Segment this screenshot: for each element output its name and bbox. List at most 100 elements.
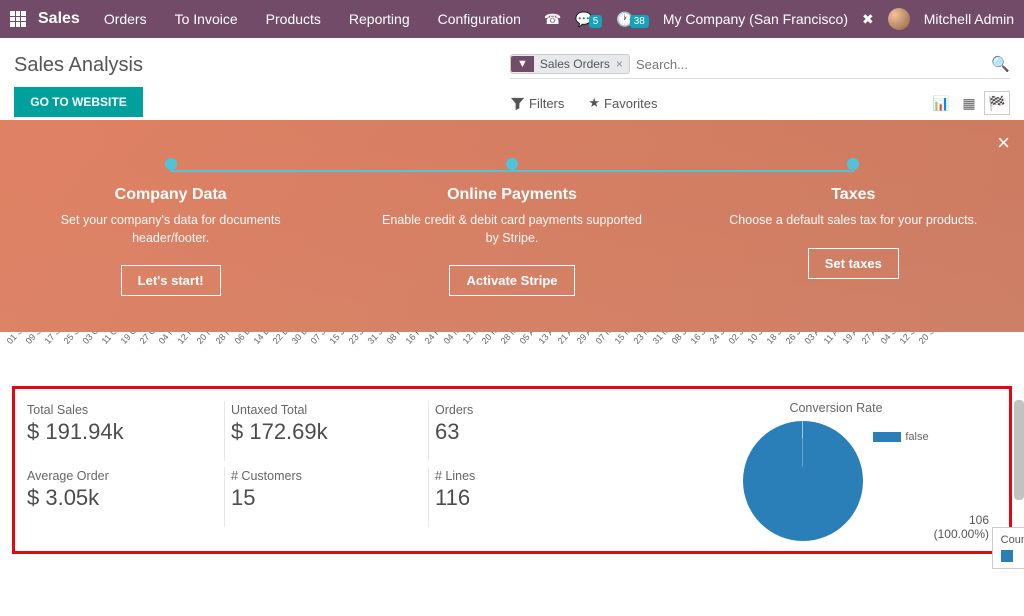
activate-stripe-button[interactable]: Activate Stripe — [449, 265, 574, 296]
stat-value: 116 — [435, 485, 633, 511]
card-desc: Set your company's data for documents he… — [21, 212, 321, 247]
date-tick: 01 Sep 202 — [5, 332, 24, 346]
stat-value: 63 — [435, 419, 633, 445]
date-tick: 18 Jul 202 — [765, 332, 784, 346]
date-tick: 03 Oct 202 — [81, 332, 100, 346]
date-tick: 03 Aug 202 — [803, 332, 822, 346]
date-tick: 13 Apr 202 — [537, 332, 556, 346]
tooltip-title: Count — [1001, 534, 1024, 546]
avatar[interactable] — [888, 8, 910, 30]
date-tick: 15 May 202 — [613, 332, 632, 346]
star-icon: ★ — [588, 95, 600, 111]
stat-card[interactable]: # Customers 15 — [229, 467, 429, 527]
chat-icon[interactable]: 💬5 — [575, 11, 602, 28]
step-dot — [506, 158, 518, 170]
date-tick: 23 Jan 202 — [347, 332, 366, 346]
step-dot — [165, 158, 177, 170]
date-tick: 07 Jan 202 — [309, 332, 328, 346]
card-desc: Enable credit & debit card payments supp… — [362, 212, 662, 247]
search-tag-label: Sales Orders — [540, 57, 610, 71]
activity-icon[interactable]: 🕐38 — [616, 11, 649, 28]
filter-row: Filters ★Favorites 📊 ▦ 🏁 — [510, 91, 1010, 115]
search-input[interactable] — [636, 57, 991, 72]
date-tick: 09 Sep 202 — [24, 332, 43, 346]
date-tick: 31 May 202 — [651, 332, 670, 346]
step-dot — [847, 158, 859, 170]
date-tick: 08 Jun 202 — [670, 332, 689, 346]
date-tick: 31 Jan 202 — [366, 332, 385, 346]
onboarding-banner: × Company Data Set your company's data f… — [0, 120, 1024, 332]
chart-legend: false — [873, 431, 928, 443]
date-tick: 06 Dec 202 — [233, 332, 252, 346]
filters-button[interactable]: Filters — [510, 96, 564, 111]
chat-badge: 5 — [589, 15, 603, 28]
stat-label: Total Sales — [27, 403, 224, 417]
date-tick: 19 Oct 202 — [119, 332, 138, 346]
close-icon[interactable]: × — [997, 130, 1010, 156]
date-tick: 12 Mar 202 — [461, 332, 480, 346]
apps-icon[interactable] — [10, 11, 26, 27]
stat-card[interactable]: Average Order $ 3.05k — [25, 467, 225, 527]
stat-value: 15 — [231, 485, 428, 511]
set-taxes-button[interactable]: Set taxes — [808, 248, 899, 279]
topbar: Sales Orders To Invoice Products Reporti… — [0, 0, 1024, 38]
date-tick: 15 Jan 202 — [328, 332, 347, 346]
view-dashboard-button[interactable]: 🏁 — [984, 91, 1010, 115]
lets-start-button[interactable]: Let's start! — [121, 265, 221, 296]
scrollbar-thumb[interactable] — [1014, 400, 1024, 500]
date-tick: 04 Sep 202 — [879, 332, 898, 346]
card-desc: Choose a default sales tax for your prod… — [703, 212, 1003, 230]
stat-card[interactable]: Untaxed Total $ 172.69k — [229, 401, 429, 461]
search-icon[interactable]: 🔍 — [991, 55, 1010, 73]
date-tick: 16 Jun 202 — [689, 332, 708, 346]
tooltip-swatch — [1001, 550, 1013, 562]
subheader: Sales Analysis GO TO WEBSITE ▼ Sales Ord… — [0, 38, 1024, 118]
stat-card[interactable]: Orders 63 — [433, 401, 633, 461]
card-title: Online Payments — [362, 186, 662, 204]
card-company-data: Company Data Set your company's data for… — [21, 158, 321, 296]
view-graph-button[interactable]: 📊 — [928, 91, 954, 115]
search-bar: ▼ Sales Orders × 🔍 — [510, 54, 1010, 79]
view-pivot-button[interactable]: ▦ — [956, 91, 982, 115]
phone-icon[interactable]: ☎ — [544, 11, 561, 28]
date-tick: 04 Nov 202 — [157, 332, 176, 346]
date-tick: 12 Sep 202 — [898, 332, 917, 346]
nav-orders[interactable]: Orders — [104, 11, 147, 27]
card-title: Company Data — [21, 186, 321, 204]
date-tick: 16 Feb 202 — [404, 332, 423, 346]
date-tick: 04 Mar 202 — [442, 332, 461, 346]
nav-to-invoice[interactable]: To Invoice — [175, 11, 238, 27]
stat-card[interactable]: # Lines116 — [433, 467, 633, 527]
tag-remove-icon[interactable]: × — [616, 57, 623, 71]
date-tick: 23 May 202 — [632, 332, 651, 346]
pie-chart[interactable] — [743, 421, 863, 541]
date-tick: 24 Feb 202 — [423, 332, 442, 346]
date-tick: 05 Apr 202 — [518, 332, 537, 346]
activity-badge: 38 — [630, 15, 649, 28]
conversion-side-value: 106 (100.00%) — [934, 513, 989, 541]
date-tick: 30 Dec 202 — [290, 332, 309, 346]
nav-reporting[interactable]: Reporting — [349, 11, 410, 27]
page-title: Sales Analysis — [14, 54, 143, 77]
stat-label: # Customers — [231, 469, 428, 483]
nav-configuration[interactable]: Configuration — [438, 11, 521, 27]
stat-label: Untaxed Total — [231, 403, 428, 417]
stat-value: $ 3.05k — [27, 485, 224, 511]
nav-products[interactable]: Products — [266, 11, 321, 27]
view-switcher: 📊 ▦ 🏁 — [928, 91, 1010, 115]
date-tick: 11 Oct 202 — [100, 332, 119, 346]
stat-label: Average Order — [27, 469, 224, 483]
tools-icon[interactable]: ✖ — [862, 11, 874, 28]
search-tag: ▼ Sales Orders × — [510, 54, 630, 74]
favorites-button[interactable]: ★Favorites — [588, 95, 657, 111]
date-tick: 19 Aug 202 — [841, 332, 860, 346]
company-selector[interactable]: My Company (San Francisco) — [663, 11, 848, 27]
stat-card[interactable]: Total Sales$ 191.94k — [25, 401, 225, 461]
user-name[interactable]: Mitchell Admin — [924, 11, 1014, 27]
date-tick: 17 Sep 202 — [43, 332, 62, 346]
go-to-website-button[interactable]: GO TO WEBSITE — [14, 87, 143, 117]
stat-value: $ 172.69k — [231, 419, 428, 445]
date-tick: 20 Mar 202 — [480, 332, 499, 346]
brand[interactable]: Sales — [38, 10, 80, 28]
stat-label: Orders — [435, 403, 633, 417]
